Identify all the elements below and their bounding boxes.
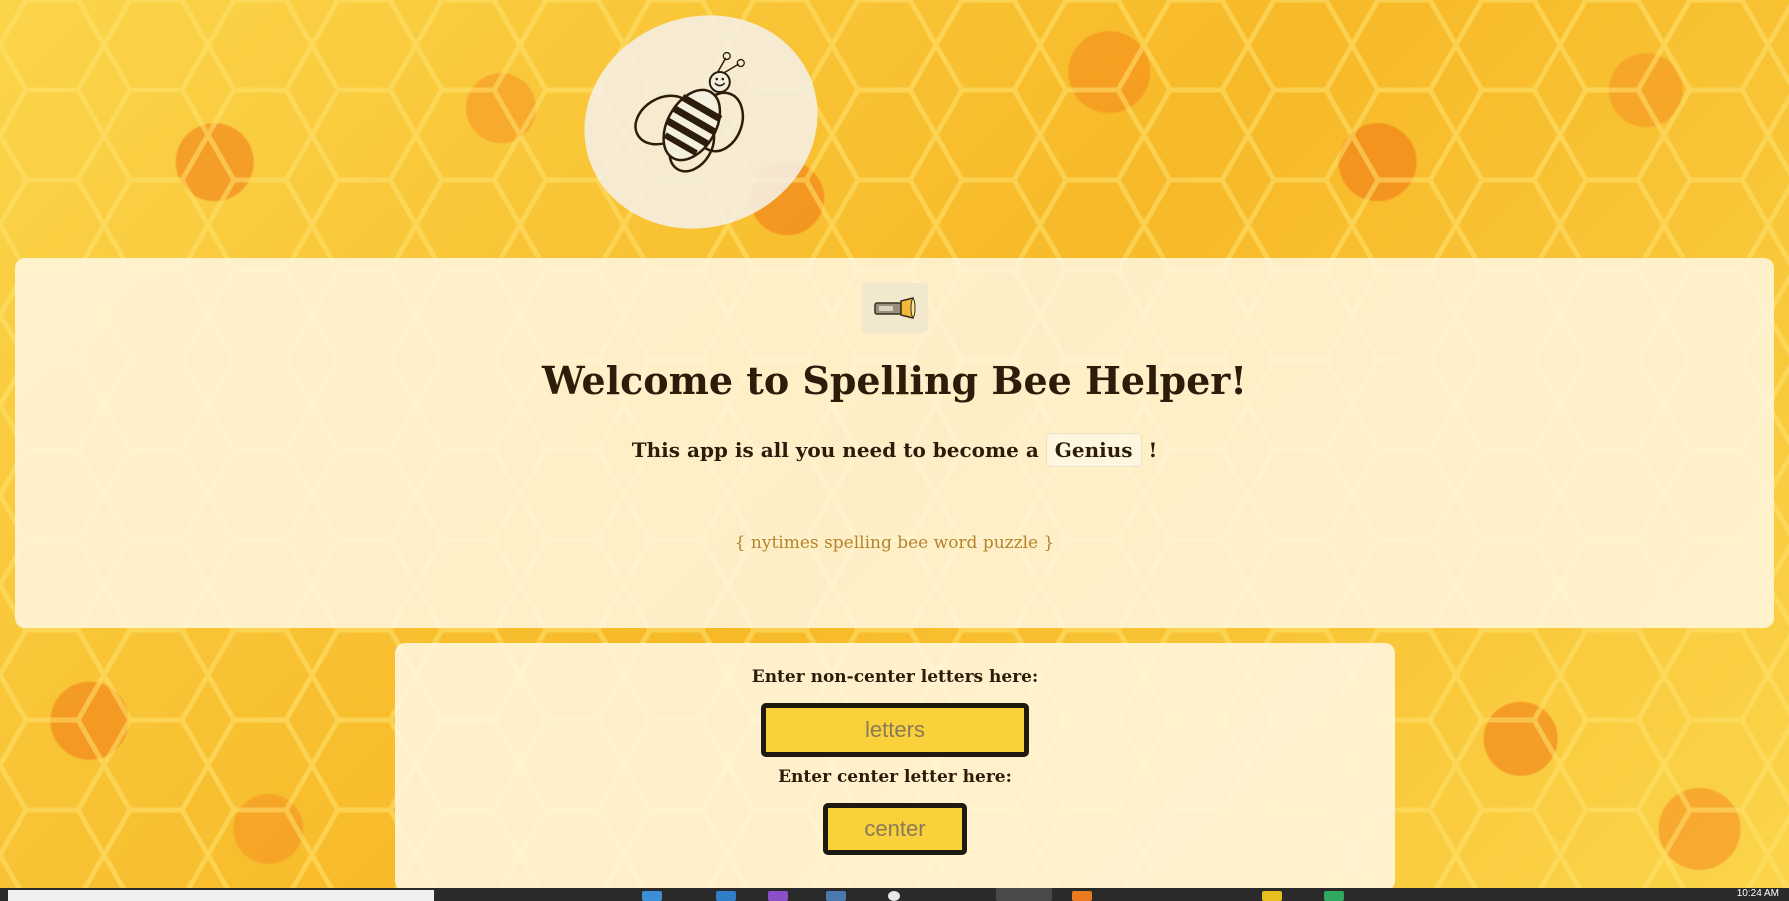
- app-icon[interactable]: [1324, 891, 1344, 901]
- bee-logo-icon: [634, 51, 745, 173]
- subtitle-text: This app is all you need to become a: [631, 438, 1039, 462]
- genius-badge: Genius: [1045, 433, 1142, 467]
- letters-form: Enter non-center letters here: Enter cen…: [395, 643, 1395, 891]
- subtitle: This app is all you need to become a Gen…: [15, 433, 1774, 467]
- file-explorer-icon[interactable]: [642, 891, 662, 901]
- bee-logo: [554, 0, 848, 262]
- taskbar-clock: 10:24 AM: [1736, 888, 1779, 899]
- app-icon[interactable]: [1262, 891, 1282, 901]
- edge-icon[interactable]: [716, 891, 736, 901]
- flashlight-icon: [874, 297, 916, 319]
- flashlight-button[interactable]: [862, 283, 928, 333]
- tagline: { nytimes spelling bee word puzzle }: [734, 533, 1055, 553]
- store-icon[interactable]: [826, 891, 846, 901]
- welcome-panel: Welcome to Spelling Bee Helper! This app…: [15, 258, 1774, 628]
- page-title: Welcome to Spelling Bee Helper!: [541, 358, 1247, 403]
- chrome-icon[interactable]: [888, 891, 900, 901]
- center-letter-label: Enter center letter here:: [778, 767, 1012, 787]
- taskbar-search-box[interactable]: [8, 890, 434, 901]
- app-icon[interactable]: [1072, 891, 1092, 901]
- noncenter-letters-input[interactable]: [761, 703, 1029, 757]
- active-app-tab[interactable]: [996, 888, 1052, 901]
- center-letter-input[interactable]: [823, 803, 967, 855]
- noncenter-letters-label: Enter non-center letters here:: [751, 667, 1039, 687]
- app-icon[interactable]: [768, 891, 788, 901]
- os-taskbar: 10:24 AM: [0, 888, 1789, 901]
- subtitle-suffix: !: [1148, 438, 1158, 462]
